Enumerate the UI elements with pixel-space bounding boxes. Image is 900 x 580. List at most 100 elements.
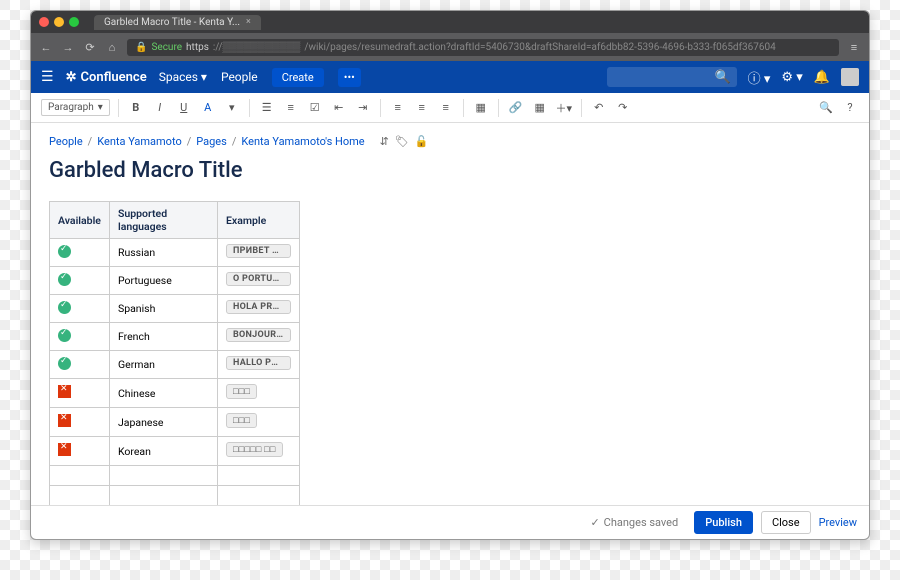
th-available: Available <box>50 202 110 239</box>
nav-spaces[interactable]: Spaces ▾ <box>159 70 207 84</box>
check-icon <box>58 245 71 258</box>
th-example: Example <box>217 202 299 239</box>
languages-table[interactable]: Available Supported languages Example Ru… <box>49 201 300 505</box>
help-icon[interactable]: ⓘ ▾ <box>748 68 771 87</box>
table-button[interactable]: ▦ <box>531 99 549 117</box>
insert-button[interactable]: ＋▾ <box>555 99 573 117</box>
create-button[interactable]: Create <box>272 68 324 87</box>
more-button[interactable]: ••• <box>338 68 361 87</box>
window-minimize-button[interactable] <box>54 17 64 27</box>
browser-toolbar: ← → ⟳ ⌂ 🔒 Secure https ://▒▒▒▒▒▒▒▒▒▒▒ /w… <box>31 33 869 61</box>
macro-placeholder[interactable]: □□□ <box>226 384 257 399</box>
align-center-button[interactable]: ≡ <box>413 99 431 117</box>
macro-placeholder[interactable]: HALLO PRO… <box>226 356 291 370</box>
cell-language: Korean <box>109 437 217 466</box>
lock-icon: 🔒 <box>135 42 147 53</box>
search-icon: 🔍 <box>714 70 730 85</box>
settings-icon[interactable]: ⚙ ▾ <box>781 70 802 85</box>
find-button[interactable]: 🔍 <box>817 99 835 117</box>
address-bar[interactable]: 🔒 Secure https ://▒▒▒▒▒▒▒▒▒▒▒ /wiki/page… <box>127 39 839 56</box>
breadcrumb-item[interactable]: Pages <box>196 135 227 148</box>
search-input[interactable]: 🔍 <box>607 67 737 87</box>
table-row[interactable]: Russian ПРИВЕТ УЧ… <box>50 239 300 267</box>
editor-help-button[interactable]: ? <box>841 99 859 117</box>
table-row[interactable]: Portuguese O PORTUG… <box>50 267 300 295</box>
table-row[interactable]: Korean □□□□□ □□ <box>50 437 300 466</box>
text-color-button[interactable]: A <box>199 99 217 117</box>
preview-button[interactable]: Preview <box>819 516 857 529</box>
table-row[interactable]: German HALLO PRO… <box>50 351 300 379</box>
nav-people[interactable]: People <box>221 70 258 84</box>
app-header: ☰ ✲ Confluence Spaces ▾ People Create ••… <box>31 61 869 93</box>
align-right-button[interactable]: ≡ <box>437 99 455 117</box>
paragraph-style-select[interactable]: Paragraph ▾ <box>41 99 110 116</box>
table-row[interactable]: Chinese □□□ <box>50 379 300 408</box>
window-titlebar: Garbled Macro Title - Kenta Y... × <box>31 11 869 33</box>
nav-back-icon[interactable]: ← <box>39 41 53 54</box>
breadcrumb-item[interactable]: People <box>49 135 83 148</box>
labels-icon[interactable]: 🏷 <box>395 135 409 148</box>
task-list-button[interactable]: ☑ <box>306 99 324 117</box>
window-close-button[interactable] <box>39 17 49 27</box>
notifications-icon[interactable]: 🔔 <box>814 70 830 85</box>
app-logo[interactable]: ✲ Confluence <box>66 70 147 85</box>
more-format-button[interactable]: ▾ <box>223 99 241 117</box>
outdent-button[interactable]: ⇤ <box>330 99 348 117</box>
breadcrumb-item[interactable]: Kenta Yamamoto <box>97 135 182 148</box>
header-right: 🔍 ⓘ ▾ ⚙ ▾ 🔔 <box>607 67 859 87</box>
table-row[interactable]: Japanese □□□ <box>50 408 300 437</box>
table-row[interactable]: Spanish HOLA PROF… <box>50 295 300 323</box>
italic-button[interactable]: I <box>151 99 169 117</box>
macro-placeholder[interactable]: BONJOUR P… <box>226 328 291 342</box>
nav-reload-icon[interactable]: ⟳ <box>83 41 97 54</box>
restrictions-icon[interactable]: 🔓 <box>415 135 429 148</box>
cell-language: Russian <box>109 239 217 267</box>
page-title[interactable]: Garbled Macro Title <box>49 158 851 183</box>
cross-icon <box>58 414 71 427</box>
window-zoom-button[interactable] <box>69 17 79 27</box>
bullet-list-button[interactable]: ☰ <box>258 99 276 117</box>
browser-menu-icon[interactable]: ≡ <box>847 41 861 54</box>
macro-placeholder[interactable]: □□□□□ □□ <box>226 442 283 457</box>
check-icon <box>58 301 71 314</box>
cell-language: Spanish <box>109 295 217 323</box>
undo-button[interactable]: ↶ <box>590 99 608 117</box>
underline-button[interactable]: U <box>175 99 193 117</box>
tab-close-icon[interactable]: × <box>246 17 251 27</box>
cell-language: German <box>109 351 217 379</box>
table-row[interactable] <box>50 486 300 506</box>
cell-language: Chinese <box>109 379 217 408</box>
redo-button[interactable]: ↷ <box>614 99 632 117</box>
macro-placeholder[interactable]: O PORTUG… <box>226 272 291 286</box>
nav-forward-icon[interactable]: → <box>61 41 75 54</box>
browser-tab[interactable]: Garbled Macro Title - Kenta Y... × <box>94 15 261 30</box>
macro-placeholder[interactable]: ПРИВЕТ УЧ… <box>226 244 291 258</box>
editor-content[interactable]: People/ Kenta Yamamoto/ Pages/ Kenta Yam… <box>31 123 869 505</box>
cross-icon <box>58 385 71 398</box>
page-tree-icon[interactable]: ⇵ <box>380 135 389 148</box>
th-supported: Supported languages <box>109 202 217 239</box>
cell-language: Japanese <box>109 408 217 437</box>
save-status: ✓ Changes saved <box>590 516 678 529</box>
close-button[interactable]: Close <box>761 511 811 534</box>
macro-placeholder[interactable]: □□□ <box>226 413 257 428</box>
editor-toolbar: Paragraph ▾ B I U A ▾ ☰ ≡ ☑ ⇤ ⇥ ≡ ≡ ≡ ▦ … <box>31 93 869 123</box>
indent-button[interactable]: ⇥ <box>354 99 372 117</box>
link-button[interactable]: 🔗 <box>507 99 525 117</box>
publish-button[interactable]: Publish <box>694 511 753 534</box>
align-left-button[interactable]: ≡ <box>389 99 407 117</box>
profile-avatar[interactable] <box>841 68 859 86</box>
table-row[interactable]: French BONJOUR P… <box>50 323 300 351</box>
nav-home-icon[interactable]: ⌂ <box>105 41 119 54</box>
check-icon <box>58 329 71 342</box>
layout-button[interactable]: ▦ <box>472 99 490 117</box>
macro-placeholder[interactable]: HOLA PROF… <box>226 300 291 314</box>
app-menu-icon[interactable]: ☰ <box>41 69 54 85</box>
table-row[interactable] <box>50 466 300 486</box>
cell-language: French <box>109 323 217 351</box>
url-scheme: https <box>186 42 209 53</box>
number-list-button[interactable]: ≡ <box>282 99 300 117</box>
check-icon <box>58 273 71 286</box>
bold-button[interactable]: B <box>127 99 145 117</box>
breadcrumb-item[interactable]: Kenta Yamamoto's Home <box>241 135 364 148</box>
